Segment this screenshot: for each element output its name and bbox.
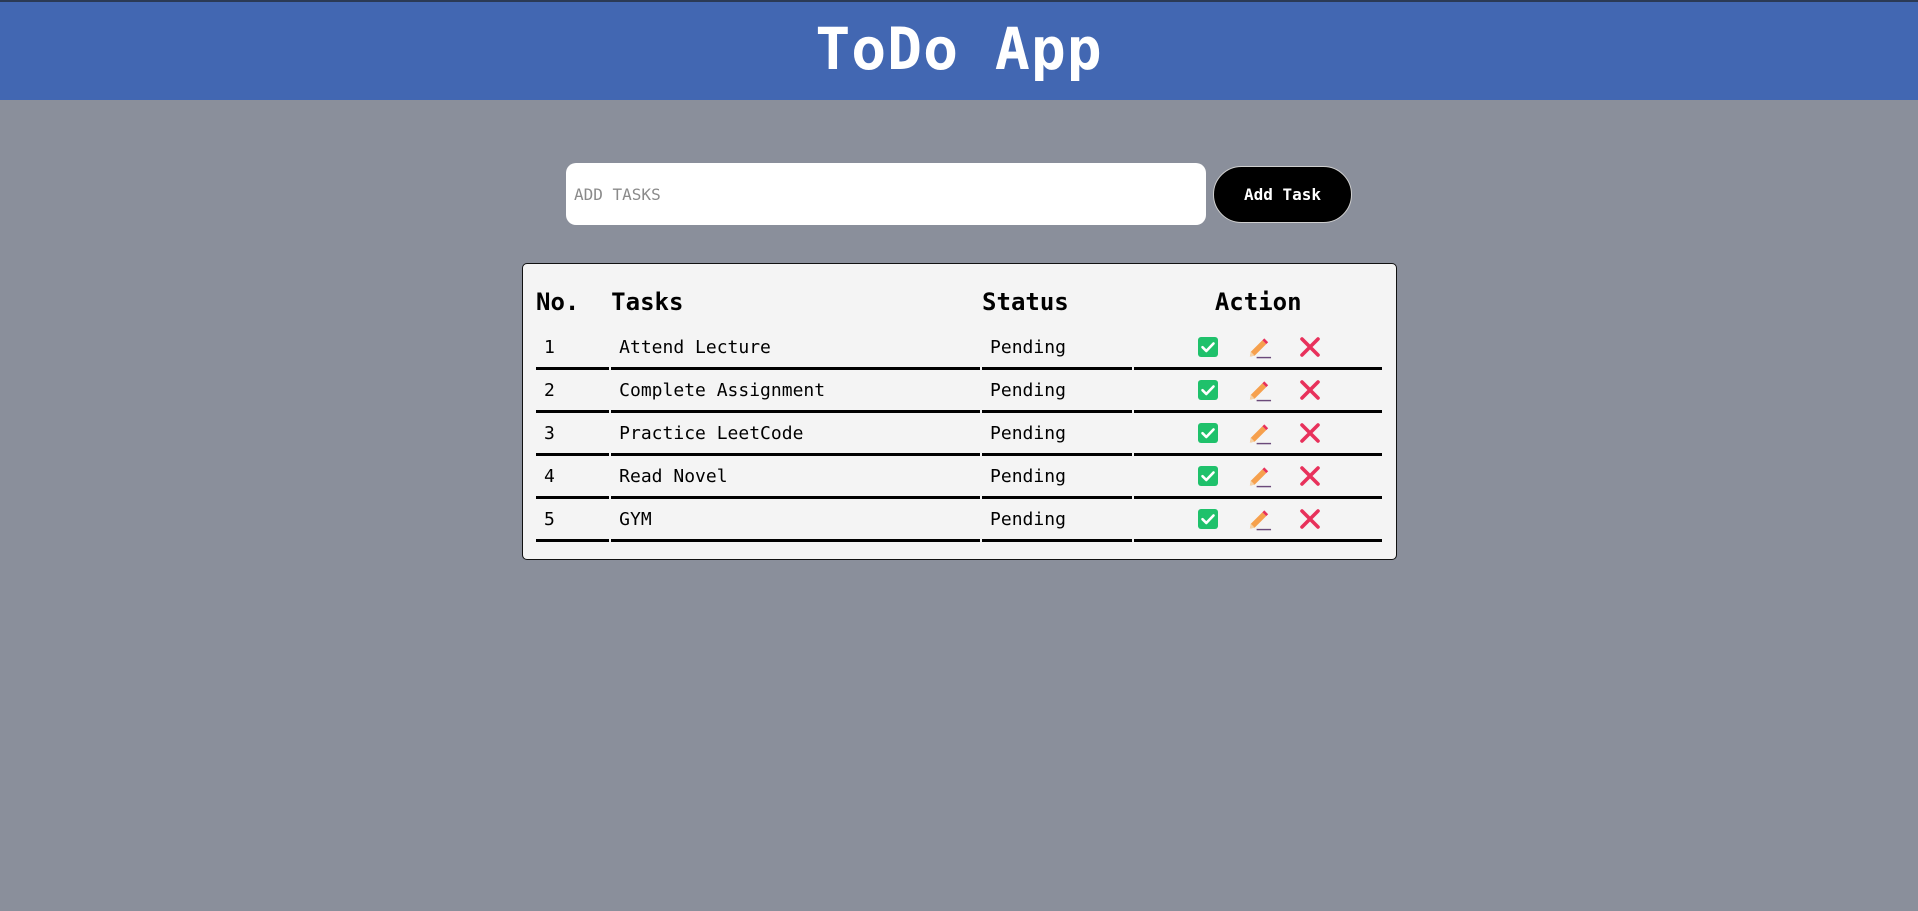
pencil-icon[interactable] xyxy=(1247,507,1272,532)
pencil-icon[interactable] xyxy=(1247,421,1272,446)
task-table: No. Tasks Status Action 1 Attend Lecture… xyxy=(534,277,1384,542)
check-icon[interactable] xyxy=(1196,335,1221,360)
cross-icon[interactable] xyxy=(1298,378,1323,403)
check-icon[interactable] xyxy=(1196,378,1221,403)
task-actions xyxy=(1134,499,1382,542)
table-row: 2 Complete Assignment Pending xyxy=(536,370,1382,413)
task-status: Pending xyxy=(982,413,1133,456)
check-icon[interactable] xyxy=(1196,421,1221,446)
check-icon[interactable] xyxy=(1196,507,1221,532)
task-number: 5 xyxy=(536,499,610,542)
task-number: 4 xyxy=(536,456,610,499)
check-icon[interactable] xyxy=(1196,464,1221,489)
task-name: Read Novel xyxy=(611,456,981,499)
pencil-icon[interactable] xyxy=(1247,378,1272,403)
table-row: 3 Practice LeetCode Pending xyxy=(536,413,1382,456)
table-row: 5 GYM Pending xyxy=(536,499,1382,542)
task-number: 2 xyxy=(536,370,610,413)
task-actions xyxy=(1134,327,1382,370)
task-list: 1 Attend Lecture Pending 2 Complete Assi… xyxy=(536,327,1382,542)
table-row: 4 Read Novel Pending xyxy=(536,456,1382,499)
task-table-card: No. Tasks Status Action 1 Attend Lecture… xyxy=(522,263,1397,560)
cross-icon[interactable] xyxy=(1298,507,1323,532)
table-row: 1 Attend Lecture Pending xyxy=(536,327,1382,370)
cross-icon[interactable] xyxy=(1298,335,1323,360)
cross-icon[interactable] xyxy=(1298,421,1323,446)
task-actions xyxy=(1134,370,1382,413)
task-name: GYM xyxy=(611,499,981,542)
app-title: ToDo App xyxy=(815,15,1103,83)
task-status: Pending xyxy=(982,370,1133,413)
add-task-input[interactable] xyxy=(566,163,1206,225)
task-name: Practice LeetCode xyxy=(611,413,981,456)
task-status: Pending xyxy=(982,499,1133,542)
task-actions xyxy=(1134,413,1382,456)
column-header-no: No. xyxy=(536,288,580,316)
app-header: ToDo App xyxy=(0,0,1918,100)
task-name: Complete Assignment xyxy=(611,370,981,413)
column-header-status: Status xyxy=(982,288,1069,316)
task-actions xyxy=(1134,456,1382,499)
task-number: 3 xyxy=(536,413,610,456)
column-header-tasks: Tasks xyxy=(611,288,684,316)
task-name: Attend Lecture xyxy=(611,327,981,370)
pencil-icon[interactable] xyxy=(1247,464,1272,489)
table-header-row: No. Tasks Status Action xyxy=(536,277,1382,327)
add-task-button[interactable]: Add Task xyxy=(1213,166,1352,223)
pencil-icon[interactable] xyxy=(1247,335,1272,360)
column-header-action: Action xyxy=(1214,288,1302,316)
task-status: Pending xyxy=(982,327,1133,370)
task-number: 1 xyxy=(536,327,610,370)
cross-icon[interactable] xyxy=(1298,464,1323,489)
task-status: Pending xyxy=(982,456,1133,499)
